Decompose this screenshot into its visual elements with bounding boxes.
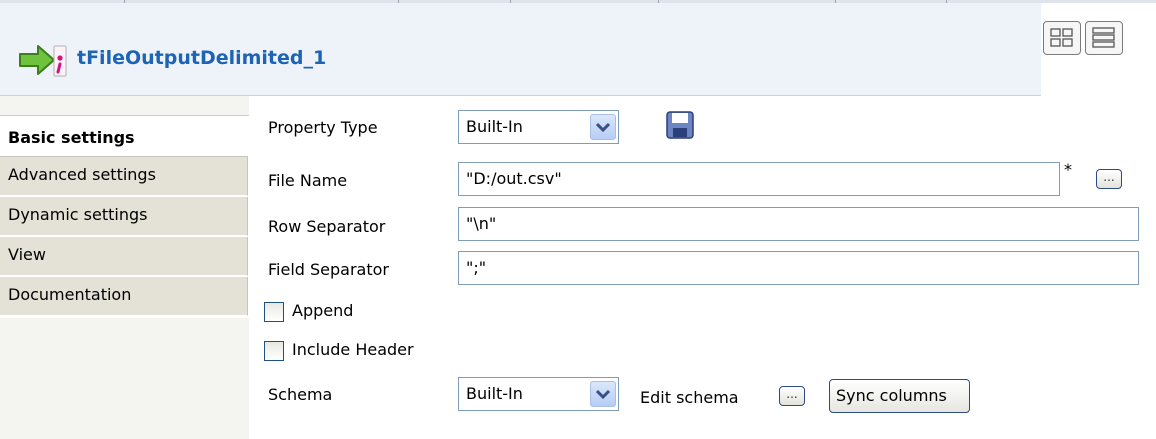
browse-file-button[interactable]: ... [1096, 169, 1122, 189]
sidebar-empty-area [0, 318, 249, 439]
row-separator-label: Row Separator [268, 217, 386, 236]
include-header-label: Include Header [292, 340, 414, 359]
append-label: Append [292, 301, 354, 320]
file-output-arrow-icon [19, 45, 67, 77]
tab-basic-settings[interactable]: Basic settings [0, 116, 248, 157]
grid-layout-icon [1050, 28, 1073, 47]
tab-label: Documentation [8, 285, 132, 304]
tab-view[interactable]: View [0, 237, 248, 276]
chevron-down-icon[interactable] [590, 381, 616, 407]
tab-advanced-settings[interactable]: Advanced settings [0, 157, 248, 196]
list-layout-button[interactable] [1085, 21, 1123, 55]
property-type-select[interactable]: Built-In [458, 110, 619, 144]
schema-label: Schema [268, 385, 333, 404]
file-name-label: File Name [268, 171, 348, 190]
append-checkbox[interactable] [264, 302, 284, 322]
list-layout-icon [1092, 27, 1115, 48]
sidebar-top-spacer [0, 96, 249, 116]
chevron-down-icon[interactable] [590, 114, 616, 140]
property-type-value: Built-In [466, 117, 523, 136]
field-separator-label: Field Separator [268, 260, 389, 279]
component-header: tFileOutputDelimited_1 [0, 3, 1041, 96]
required-mark: * [1064, 160, 1072, 179]
tab-dynamic-settings[interactable]: Dynamic settings [0, 197, 248, 236]
include-header-checkbox[interactable] [264, 341, 284, 361]
tab-label: Dynamic settings [8, 205, 148, 224]
grid-layout-button[interactable] [1043, 21, 1081, 55]
schema-select[interactable]: Built-In [458, 377, 619, 411]
tab-label: Advanced settings [8, 165, 156, 184]
layout-toggle-area [1041, 3, 1156, 95]
edit-schema-label: Edit schema [640, 388, 739, 407]
field-separator-input[interactable]: ";" [458, 251, 1139, 285]
schema-value: Built-In [466, 384, 523, 403]
file-name-input[interactable]: "D:/out.csv" [458, 162, 1060, 196]
property-type-label: Property Type [268, 118, 378, 137]
row-separator-input[interactable]: "\n" [458, 207, 1139, 241]
tab-label: Basic settings [8, 128, 135, 147]
component-title: tFileOutputDelimited_1 [77, 47, 327, 69]
tab-documentation[interactable]: Documentation [0, 277, 248, 316]
tab-label: View [8, 245, 46, 264]
sync-columns-button[interactable]: Sync columns [829, 379, 970, 413]
save-icon[interactable] [665, 110, 695, 140]
edit-schema-button[interactable]: ... [779, 386, 805, 406]
